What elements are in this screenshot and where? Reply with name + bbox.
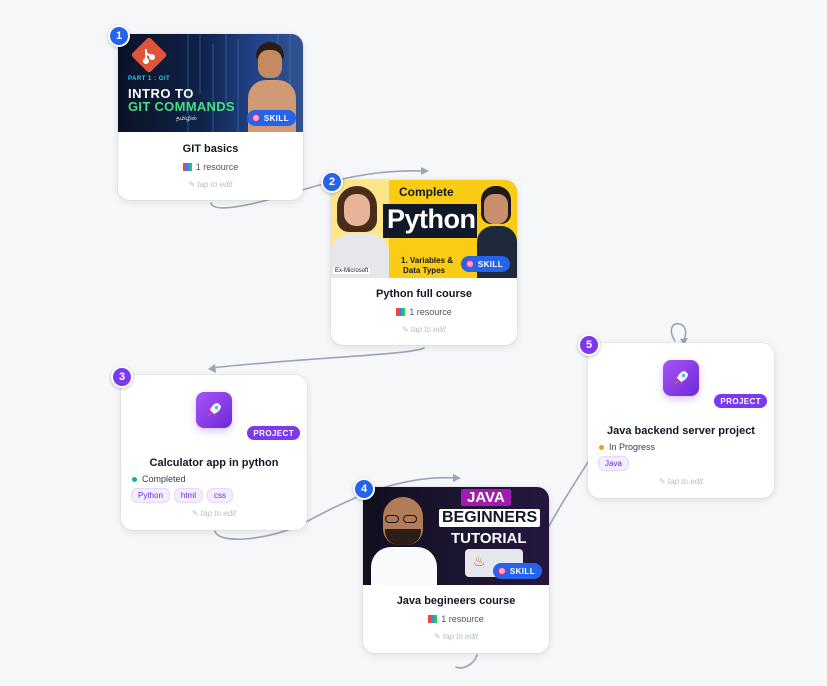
step-number-badge: 1 [108, 25, 130, 47]
pencil-icon: ✎ [401, 325, 411, 334]
node-card-java-backend-server-project[interactable]: 5 PROJECT Java backend server project In… [578, 334, 774, 498]
status-indicator: In Progress [599, 442, 655, 452]
tap-to-edit-label: tap to edit [197, 180, 233, 189]
card-title: Python full course [376, 288, 472, 300]
tag-chip: Java [598, 456, 629, 471]
tap-to-edit-hint: ✎ tap to edit [363, 632, 549, 641]
books-icon [396, 308, 406, 316]
card-title: Calculator app in python [149, 457, 279, 469]
thumb-line2: Python [387, 204, 476, 234]
presenter-photo [369, 493, 439, 585]
thumb-line1: Complete [399, 185, 454, 199]
arrowhead-3-4 [453, 474, 461, 482]
tap-to-edit-label: tap to edit [667, 477, 704, 486]
tap-to-edit-label: tap to edit [200, 509, 237, 518]
node-card-python-full-course[interactable]: 2 Complete Python 1. Variables & Data Ty… [321, 171, 517, 345]
thumb-line2: GIT COMMANDS [128, 99, 235, 114]
tag-chip: html [173, 488, 204, 503]
presenter-left-photo [331, 180, 389, 278]
pencil-icon: ✎ [433, 632, 443, 641]
tap-to-edit-hint: ✎ tap to edit [588, 477, 774, 486]
thumb-language: தமிழில் [176, 116, 197, 122]
thumb-kicker: PART 1 : GIT [128, 76, 171, 82]
thumb-line2: BEGINNERS [439, 509, 541, 527]
tap-to-edit-hint: ✎ tap to edit [121, 509, 307, 518]
tag-list: Java [598, 456, 629, 471]
pencil-icon: ✎ [191, 509, 201, 518]
project-badge: PROJECT [714, 394, 767, 408]
node-card-calculator-app[interactable]: 3 PROJECT Calculator app in python Compl… [111, 366, 307, 530]
tag-list: Python html css [131, 488, 234, 503]
thumb-line1: JAVA [461, 489, 511, 506]
step-number-badge: 3 [111, 366, 133, 388]
connector-2-3 [210, 347, 425, 369]
skill-dot-icon [465, 260, 474, 268]
thumbnail-python[interactable]: Complete Python 1. Variables & Data Type… [331, 180, 517, 278]
skill-badge-label: SKILL [263, 113, 289, 123]
step-number-badge: 5 [578, 334, 600, 356]
resource-count-label: 1 resource [441, 614, 484, 624]
tag-chip: Python [131, 488, 170, 503]
card-title: GIT basics [182, 143, 239, 155]
status-dot [599, 444, 604, 450]
thumb-line3: TUTORIAL [451, 530, 527, 547]
project-badge: PROJECT [247, 426, 300, 440]
connector-4-out [455, 654, 478, 669]
tap-to-edit-label: tap to edit [442, 632, 479, 641]
arrowhead-2-3 [208, 364, 216, 373]
java-cup-icon: ♨ [473, 553, 486, 569]
tap-to-edit-label: tap to edit [410, 325, 447, 334]
books-icon [428, 615, 438, 623]
connector-5-loop [670, 322, 687, 342]
status-dot [132, 476, 137, 482]
skill-badge: SKILL [460, 256, 510, 272]
rocket-icon [196, 392, 232, 428]
rocket-icon [663, 360, 699, 396]
skill-badge-label: SKILL [509, 566, 535, 576]
step-number-badge: 4 [353, 478, 375, 500]
step-number-badge: 2 [321, 171, 343, 193]
card-title: Java begineers course [396, 595, 516, 607]
node-card-java-begineers-course[interactable]: 4 JAVA BEGINNERS TUTORIAL ♨ SKILL Java b… [353, 478, 549, 653]
thumb-subtitle1: 1. Variables & [401, 256, 454, 265]
resource-count-label: 1 resource [195, 162, 239, 172]
thumb-corner-label: Ex-Microsoft [333, 268, 371, 274]
skill-dot-icon [251, 114, 260, 122]
status-indicator: Completed [132, 474, 186, 484]
tap-to-edit-hint: ✎ tap to edit [331, 325, 517, 334]
roadmap-canvas: 1 PART 1 : GIT INTRO TO GIT COMMANDS தமி… [0, 0, 827, 686]
skill-badge: SKILL [246, 110, 296, 126]
thumbnail-git[interactable]: PART 1 : GIT INTRO TO GIT COMMANDS தமிழி… [118, 34, 303, 132]
skill-dot-icon [497, 567, 506, 575]
git-branch-mark [143, 49, 155, 64]
thumbnail-java[interactable]: JAVA BEGINNERS TUTORIAL ♨ SKILL [363, 487, 549, 585]
resource-count-label: 1 resource [409, 307, 452, 317]
status-label: In Progress [609, 442, 656, 452]
skill-badge: SKILL [492, 563, 542, 579]
tap-to-edit-hint: ✎ tap to edit [118, 180, 303, 189]
thumb-subtitle2: Data Types [403, 266, 446, 275]
pencil-icon: ✎ [658, 477, 668, 486]
resource-count: 1 resource [363, 614, 549, 624]
resource-count: 1 resource [118, 162, 303, 172]
connector-4-5 [547, 461, 589, 529]
skill-badge-label: SKILL [477, 259, 503, 269]
books-icon [182, 163, 192, 171]
resource-count: 1 resource [331, 307, 517, 317]
card-title: Java backend server project [607, 425, 755, 437]
arrowhead-1-2 [421, 167, 429, 175]
tag-chip: css [207, 488, 234, 503]
node-card-git-basics[interactable]: 1 PART 1 : GIT INTRO TO GIT COMMANDS தமி… [108, 25, 303, 200]
status-label: Completed [142, 474, 186, 484]
